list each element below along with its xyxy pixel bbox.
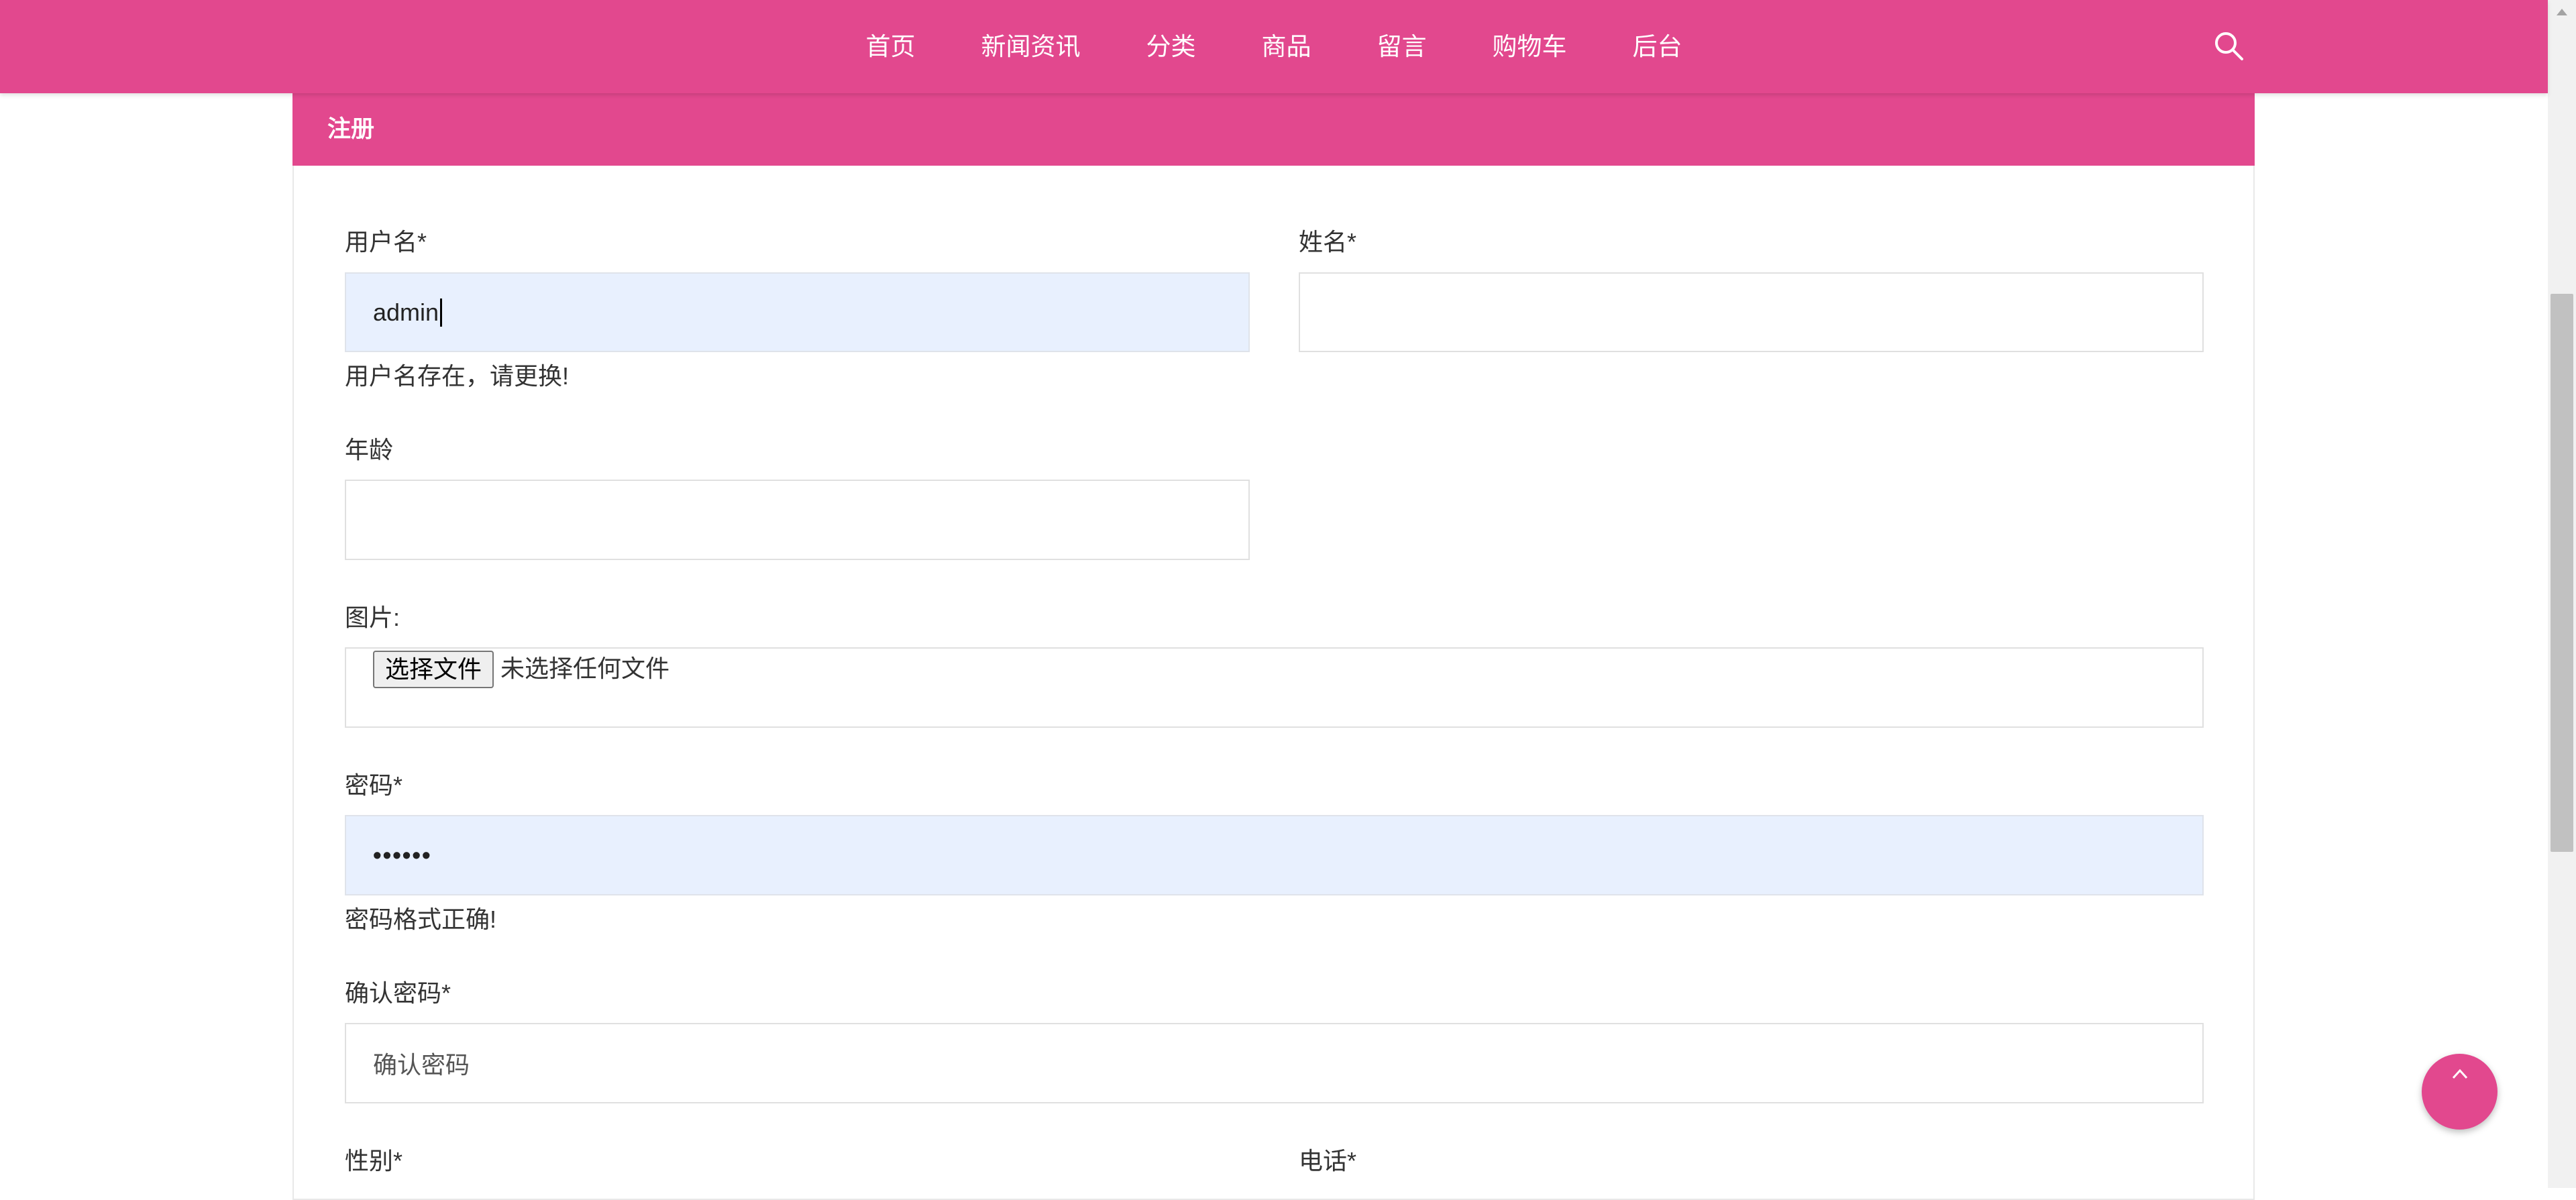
realname-label: 姓名*	[1299, 228, 1357, 256]
panel-title: 注册	[327, 116, 375, 142]
scroll-up-arrow[interactable]	[2548, 0, 2576, 24]
file-status: 未选择任何文件	[500, 655, 670, 682]
back-to-top-button[interactable]	[2422, 1054, 2498, 1130]
password-input[interactable]: ••••••	[345, 815, 2204, 895]
top-navigation-bar: 首页 新闻资讯 分类 商品 留言 购物车 后台	[0, 0, 2548, 93]
password-hint: 密码格式正确!	[345, 906, 497, 933]
register-panel-header: 注册	[292, 93, 2255, 166]
choose-file-button[interactable]: 选择文件	[373, 651, 494, 688]
page-scrollbar[interactable]	[2548, 0, 2576, 1188]
nav-item-news[interactable]: 新闻资讯	[949, 0, 1114, 93]
triangle-up-icon	[2557, 9, 2567, 15]
username-label: 用户名*	[345, 228, 427, 256]
confirm-password-label: 确认密码*	[345, 979, 451, 1007]
search-icon[interactable]	[2212, 30, 2246, 63]
nav-item-cart[interactable]: 购物车	[1460, 0, 1600, 93]
text-caret	[440, 298, 443, 327]
nav-item-home[interactable]: 首页	[833, 0, 949, 93]
nav-item-messages[interactable]: 留言	[1344, 0, 1460, 93]
confirm-password-placeholder: 确认密码	[373, 1051, 470, 1079]
username-value: admin	[373, 298, 439, 326]
image-file-input[interactable]: 选择文件 未选择任何文件	[345, 647, 2204, 728]
password-label: 密码*	[345, 771, 403, 799]
confirm-password-input[interactable]: 确认密码	[345, 1023, 2204, 1103]
age-input[interactable]	[345, 480, 1250, 560]
realname-input[interactable]	[1299, 272, 2204, 352]
nav-item-admin[interactable]: 后台	[1600, 0, 1715, 93]
image-label: 图片:	[345, 604, 400, 631]
password-value: ••••••	[373, 841, 432, 869]
phone-label: 电话*	[1299, 1147, 1357, 1175]
nav-item-products[interactable]: 商品	[1229, 0, 1344, 93]
username-hint: 用户名存在，请更换!	[345, 362, 570, 390]
age-label: 年龄	[345, 436, 394, 463]
chevron-up-icon	[2452, 1069, 2467, 1079]
scroll-thumb[interactable]	[2551, 294, 2573, 852]
nav-item-category[interactable]: 分类	[1114, 0, 1229, 93]
username-input[interactable]: admin	[345, 272, 1250, 352]
gender-label: 性别*	[345, 1147, 403, 1175]
main-nav: 首页 新闻资讯 分类 商品 留言 购物车 后台	[0, 0, 2548, 93]
